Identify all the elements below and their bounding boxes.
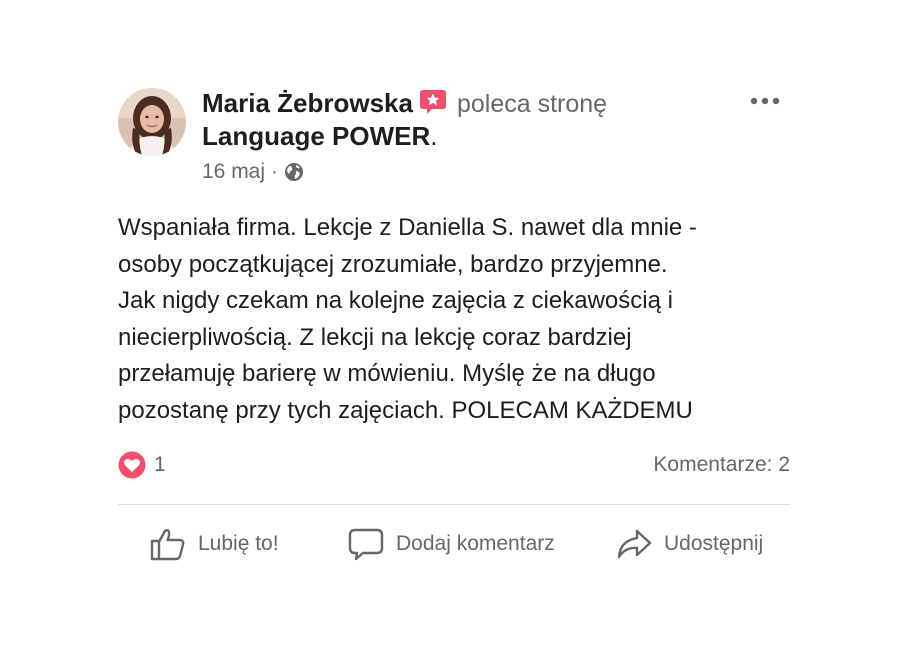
- share-label: Udostępnij: [664, 532, 764, 555]
- post-date[interactable]: 16 maj: [202, 159, 265, 185]
- post-body-line: niecierpliwością. Z lekcji na lekcję cor…: [118, 323, 632, 351]
- comment-label: Dodaj komentarz: [396, 532, 555, 555]
- post-body: Wspaniała firma. Lekcje z Daniella S. na…: [118, 210, 808, 429]
- divider: [118, 504, 790, 505]
- recommendation-post: Maria Żebrowska poleca stronę Language PO…: [0, 0, 900, 650]
- avatar[interactable]: [118, 88, 186, 156]
- like-button[interactable]: Lubię to!: [150, 524, 279, 564]
- globe-icon: [284, 162, 304, 182]
- reactions-summary[interactable]: 1: [118, 451, 166, 479]
- meta-separator: ·: [271, 160, 279, 183]
- love-reaction-icon: [118, 451, 146, 479]
- post-body-line: pozostanę przy tych zajęciach. POLECAM K…: [118, 396, 693, 424]
- author-name[interactable]: Maria Żebrowska: [202, 88, 413, 118]
- recommendation-star-icon: [419, 89, 447, 115]
- page-name-link[interactable]: Language POWER: [202, 121, 430, 151]
- post-body-line: Wspaniała firma. Lekcje z Daniella S. na…: [118, 214, 697, 241]
- post-body-line: przełamuję barierę w mówieniu. Myślę że …: [118, 360, 656, 387]
- share-button[interactable]: Udostępnij: [616, 524, 763, 564]
- avatar-photo: [118, 88, 186, 156]
- recommendation-action: poleca stronę: [456, 90, 608, 118]
- post-body-line: Jak nigdy czekam na kolejne zajęcia z ci…: [118, 287, 673, 314]
- page-name-suffix: .: [430, 121, 438, 151]
- share-icon: [617, 529, 652, 559]
- comment-icon: [348, 528, 384, 561]
- page-line: Language POWER.: [202, 121, 437, 151]
- more-options-icon[interactable]: [748, 88, 782, 114]
- comments-count[interactable]: Komentarze: 2: [653, 453, 790, 477]
- post-meta: 16 maj ·: [202, 159, 304, 185]
- like-label: Lubię to!: [198, 532, 279, 555]
- reaction-count: 1: [154, 453, 166, 476]
- post-body-line: osoby początkującej zrozumiałe, bardzo p…: [118, 250, 668, 278]
- post-header: Maria Żebrowska poleca stronę: [202, 88, 607, 119]
- comment-button[interactable]: Dodaj komentarz: [348, 524, 555, 564]
- thumbs-up-icon: [150, 529, 185, 561]
